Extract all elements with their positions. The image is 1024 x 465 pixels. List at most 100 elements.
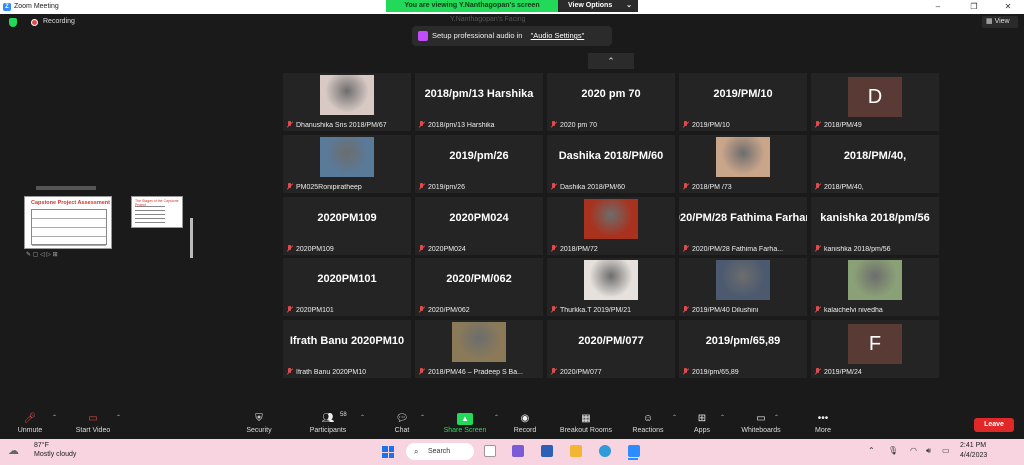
share-screen-button[interactable]: ▲ Share Screen ⌃ [440, 409, 499, 439]
clock-time[interactable]: 2:41 PM [960, 442, 986, 449]
microphone-icon[interactable]: 🎙︎ [888, 446, 898, 455]
taskbar-search[interactable]: ⌕ Search [406, 443, 474, 460]
leave-button[interactable]: Leave [974, 418, 1014, 432]
breakout-rooms-label: Breakout Rooms [559, 427, 613, 434]
audio-settings-link[interactable]: "Audio Settings" [531, 31, 585, 40]
participant-tile[interactable]: Dhanushika Sris 2018/PM/67 [283, 73, 411, 131]
muted-microphone-icon [550, 121, 557, 128]
chevron-up-icon[interactable]: ⌃ [672, 414, 677, 421]
start-video-button[interactable]: ▭ Start Video ⌃ [70, 409, 121, 439]
participant-display-name: 2019/pm/26 [449, 150, 509, 162]
participant-tile[interactable]: 2020/PM/077 2020/PM/077 [547, 320, 675, 378]
participant-tile[interactable]: 2019/pm/26 2019/pm/26 [415, 135, 543, 193]
participant-tile[interactable]: 2020PM024 2020PM024 [415, 197, 543, 255]
participant-tile[interactable]: 2018/PM/72 [547, 197, 675, 255]
participant-tile[interactable]: 2020/PM/062 2020/PM/062 [415, 258, 543, 316]
muted-microphone-icon [286, 121, 293, 128]
chevron-up-icon[interactable]: ⌃ [494, 414, 499, 421]
chevron-up-icon[interactable]: ⌃ [720, 414, 725, 421]
wifi-icon[interactable]: ◠ [910, 446, 917, 455]
shield-icon[interactable] [9, 18, 17, 27]
participant-tile[interactable]: Ifrath Banu 2020PM10 Ifrath Banu 2020PM10 [283, 320, 411, 378]
battery-icon[interactable]: ▭ [942, 446, 950, 455]
minimize-button[interactable]: – [926, 0, 950, 14]
muted-microphone-icon [550, 183, 557, 190]
participant-tile[interactable]: 2018/PM /73 [679, 135, 807, 193]
participant-tile[interactable]: 2020/PM/28 Fathima Farhana 2020/PM/28 Fat… [679, 197, 807, 255]
file-explorer-icon[interactable] [484, 445, 496, 457]
reactions-button[interactable]: ☺ Reactions ⌃ [628, 409, 677, 439]
windows-start-icon[interactable] [382, 446, 394, 458]
audio-notice: Setup professional audio in "Audio Setti… [412, 26, 612, 46]
participant-name-label: 2020PM109 [296, 246, 334, 253]
chat-icon: 💬︎ [395, 413, 409, 424]
participant-tile[interactable]: 2019/PM/10 2019/PM/10 [679, 73, 807, 131]
participant-tile[interactable]: kalaichelvi nivedha [811, 258, 939, 316]
teams-icon[interactable] [512, 445, 524, 457]
whiteboards-button[interactable]: ▭ Whiteboards ⌃ [736, 409, 786, 439]
participant-avatar-initial: D [848, 77, 902, 117]
participant-name-label: 2018/PM /73 [692, 184, 732, 191]
weather-description[interactable]: Mostly cloudy [34, 451, 76, 458]
participant-tile[interactable]: 2018/PM/46 – Pradeep S Ba... [415, 320, 543, 378]
participant-tile[interactable]: 2019/PM/40 Dilushini [679, 258, 807, 316]
word-icon[interactable] [541, 445, 553, 457]
security-button[interactable]: ⛨ Security [240, 409, 278, 439]
participant-tile[interactable]: 2018/PM/40, 2018/PM/40, [811, 135, 939, 193]
participant-tile[interactable]: PM025Ronipiratheep [283, 135, 411, 193]
participant-tile[interactable]: kanishka 2018/pm/56 kanishka 2018/pm/56 [811, 197, 939, 255]
chevron-up-icon[interactable]: ⌃ [774, 414, 779, 421]
chevron-up-icon[interactable]: ⌃ [868, 446, 875, 455]
zoom-taskbar-icon[interactable] [628, 445, 640, 457]
record-button[interactable]: ◉ Record [510, 409, 540, 439]
maximize-button[interactable]: ❐ [962, 0, 986, 14]
collapse-gallery-button[interactable]: ⌃ [588, 53, 634, 69]
participant-tile[interactable]: 2018/pm/13 Harshika 2018/pm/13 Harshika [415, 73, 543, 131]
muted-microphone-icon [682, 306, 689, 313]
chat-button[interactable]: 💬︎ Chat ⌃ [390, 409, 425, 439]
muted-microphone-icon [814, 245, 821, 252]
share-screen-icon: ▲ [457, 413, 473, 425]
unmute-label: Unmute [17, 427, 43, 434]
breakout-rooms-button[interactable]: ▦ Breakout Rooms [556, 409, 616, 439]
muted-microphone-icon [418, 183, 425, 190]
participants-button[interactable]: 👥︎ 58 Participants ⌃ [304, 409, 365, 439]
folder-icon[interactable] [570, 445, 582, 457]
participant-tile[interactable]: Thurkka.T 2019/PM/21 [547, 258, 675, 316]
participant-tile[interactable]: 2019/pm/65,89 2019/pm/65,89 [679, 320, 807, 378]
muted-microphone-icon [550, 368, 557, 375]
chevron-down-icon: ⌄ [626, 2, 632, 9]
close-button[interactable]: ✕ [996, 0, 1020, 14]
participant-tile[interactable]: 2020PM109 2020PM109 [283, 197, 411, 255]
participant-tile[interactable]: 2020PM101 2020PM101 [283, 258, 411, 316]
clock-date[interactable]: 4/4/2023 [960, 452, 987, 459]
more-button[interactable]: ••• More [810, 409, 836, 439]
slide-controls[interactable]: ✎ ▢ ◁ ▷ ⊞ [26, 251, 58, 258]
muted-microphone-icon [418, 121, 425, 128]
chevron-up-icon[interactable]: ⌃ [360, 414, 365, 421]
participant-name-label: Ifrath Banu 2020PM10 [296, 369, 367, 376]
edge-icon[interactable] [599, 445, 611, 457]
participant-tile[interactable]: F 2019/PM/24 [811, 320, 939, 378]
chevron-up-icon[interactable]: ⌃ [420, 414, 425, 421]
microphone-icon [418, 31, 428, 41]
cloudy-weather-icon[interactable]: ☁ [8, 445, 22, 457]
view-options-button[interactable]: View Options ⌄ [558, 0, 638, 12]
apps-label: Apps [694, 427, 710, 434]
chevron-up-icon[interactable]: ⌃ [116, 414, 121, 421]
participant-tile[interactable]: 2020 pm 70 2020 pm 70 [547, 73, 675, 131]
participant-display-name: kanishka 2018/pm/56 [820, 212, 930, 224]
participant-photo [584, 199, 638, 239]
participant-name-label: kalaichelvi nivedha [824, 307, 883, 314]
unmute-button[interactable]: 🎤︎ Unmute ⌃ [12, 409, 57, 439]
participant-tile[interactable]: Dashika 2018/PM/60 Dashika 2018/PM/60 [547, 135, 675, 193]
weather-temperature[interactable]: 87°F [34, 442, 49, 449]
participant-tile[interactable]: D 2018/PM/49 [811, 73, 939, 131]
participant-display-name: Dashika 2018/PM/60 [558, 150, 664, 162]
shared-screen-scrollbar[interactable] [190, 218, 193, 258]
view-button[interactable]: ▦ View [982, 16, 1018, 28]
apps-button[interactable]: ⊞ Apps ⌃ [690, 409, 725, 439]
participant-display-name: 2020PM024 [449, 212, 509, 224]
speaker-icon[interactable]: 🔊︎ [926, 446, 931, 456]
chevron-up-icon[interactable]: ⌃ [52, 414, 57, 421]
